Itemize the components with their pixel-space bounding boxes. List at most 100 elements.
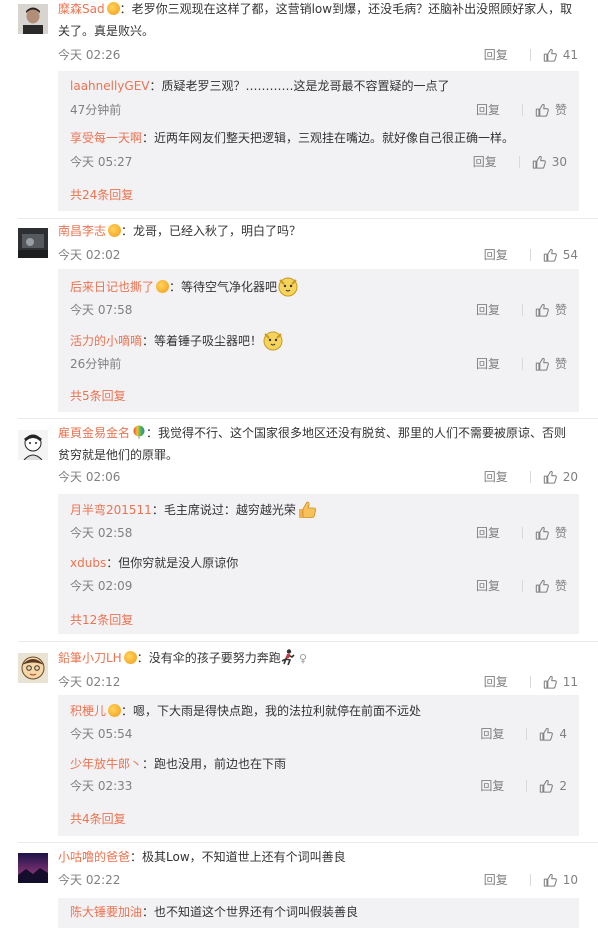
reply-actions: 回复 赞 — [468, 101, 567, 118]
reply-button[interactable]: 回复 — [468, 301, 508, 318]
like-count: 20 — [562, 469, 578, 484]
reply-text: ：近两年网友们整天把逻辑，三观挂在嘴边。就好像自己很正确一样。 — [142, 131, 515, 145]
reply-time: 今天 05:27 — [70, 155, 133, 169]
reply-time: 26分钟前 — [70, 357, 122, 371]
reply-author[interactable]: 月半弯201511 — [70, 503, 152, 517]
like-button[interactable]: 11 — [543, 675, 578, 689]
reply-button[interactable]: 回复 — [476, 871, 516, 888]
like-button[interactable]: 赞 — [535, 577, 567, 594]
like-count: 11 — [562, 674, 578, 689]
divider — [18, 418, 598, 419]
comment-time: 今天 02:02 — [58, 248, 121, 262]
thumb-up-icon — [543, 675, 557, 689]
thumb-up-icon — [535, 103, 549, 117]
reply-body: 活力的小嘀嘀：等着锤子吸尘器吧！ — [70, 329, 567, 351]
like-button[interactable]: 赞 — [535, 524, 567, 541]
reply-button[interactable]: 回复 — [472, 725, 512, 742]
like-button[interactable]: 4 — [539, 727, 567, 741]
like-button[interactable]: 赞 — [535, 101, 567, 118]
reply-body: xdubs：但你穷就是没人原谅你 — [70, 553, 567, 573]
comment-body: 雇頁金易金名 ：我觉得不行、这个国家很多地区还没有脱贫、那里的人们不需要被原谅、否… — [58, 422, 578, 466]
comment-text: ：极其Low，不知道世上还有个词叫善良 — [130, 850, 346, 864]
reply-box: 月半弯201511：毛主席说过：越穷越光荣 今天 02:58 回复 赞 xdub… — [58, 494, 579, 634]
divider — [526, 727, 528, 740]
divider — [529, 470, 531, 483]
reply-actions: 回复 赞 — [468, 301, 567, 318]
reply-button[interactable]: 回复 — [476, 246, 516, 263]
svg-text:♀: ♀ — [299, 652, 307, 665]
comment-author[interactable]: 糜森Sad — [58, 2, 105, 16]
reply-text: ：等待空气净化器吧 — [169, 280, 278, 294]
avatar[interactable] — [18, 653, 48, 683]
like-button[interactable]: 20 — [543, 470, 578, 484]
reply-time: 今天 02:33 — [70, 779, 133, 793]
reply-button[interactable]: 回复 — [472, 777, 512, 794]
like-button[interactable]: 41 — [543, 48, 578, 62]
reply-button[interactable]: 回复 — [476, 46, 516, 63]
reply-author[interactable]: xdubs — [70, 556, 106, 570]
running-person-icon: ♀ — [281, 649, 307, 666]
reply-author[interactable]: 享受每一天啊 — [70, 131, 142, 145]
reply-text: ：也不知道这个世界还有个词叫假装善良 — [142, 905, 359, 919]
like-count: 赞 — [554, 357, 567, 371]
like-button[interactable]: 54 — [543, 248, 578, 262]
comment-author[interactable]: 南昌李志 — [58, 224, 106, 238]
comment-body: 糜森Sad ：老罗你三观现在这样了都，这营销low到爆，还没毛病？还脑补出没照顾好… — [58, 0, 578, 42]
reply-author[interactable]: 少年放牛郎丶 — [70, 757, 142, 771]
like-button[interactable]: 赞 — [535, 355, 567, 372]
vip-badge-icon — [108, 224, 122, 237]
like-count: 4 — [559, 726, 567, 741]
reply-body: 少年放牛郎丶：跑也没用，前边也在下雨 — [70, 754, 567, 774]
more-replies-link[interactable]: 共24条回复 — [70, 186, 133, 203]
reply-button[interactable]: 回复 — [468, 577, 508, 594]
reply-actions: 回复 赞 — [468, 524, 567, 541]
reply-actions: 回复 赞 — [468, 577, 567, 594]
reply-author[interactable]: laahnellyGEV — [70, 79, 150, 93]
reply-button[interactable]: 回复 — [476, 673, 516, 690]
like-button[interactable]: 2 — [539, 779, 567, 793]
thumb-up-icon — [539, 779, 553, 793]
reply-author[interactable]: 活力的小嘀嘀 — [70, 334, 142, 348]
reply-body: 享受每一天啊：近两年网友们整天把逻辑，三观挂在嘴边。就好像自己很正确一样。 — [70, 128, 567, 148]
reply-button[interactable]: 回复 — [468, 355, 508, 372]
reply-button[interactable]: 回复 — [465, 153, 505, 170]
reply-time: 今天 05:54 — [70, 727, 133, 741]
like-count: 赞 — [554, 526, 567, 540]
thumb-up-icon — [543, 48, 557, 62]
comment-author[interactable]: 小咕噜的爸爸 — [58, 850, 130, 864]
reply-button[interactable]: 回复 — [476, 468, 516, 485]
like-button[interactable]: 赞 — [535, 301, 567, 318]
more-replies-link[interactable]: 共5条回复 — [70, 387, 126, 404]
balloon-icon — [133, 425, 145, 439]
divider — [518, 155, 520, 168]
divider — [521, 103, 523, 116]
reply-author[interactable]: 陈大锤要加油 — [70, 905, 142, 919]
reply-actions: 回复 30 — [465, 153, 567, 170]
emoji-icon — [263, 331, 283, 351]
avatar[interactable] — [18, 4, 48, 34]
reply-time: 今天 02:58 — [70, 526, 133, 540]
like-count: 赞 — [554, 579, 567, 593]
thumb-up-icon — [543, 470, 557, 484]
like-button[interactable]: 10 — [543, 873, 578, 887]
like-count: 41 — [562, 47, 578, 62]
avatar[interactable] — [18, 430, 48, 460]
reply-text: ：等着锤子吸尘器吧！ — [142, 334, 263, 348]
more-replies-link[interactable]: 共12条回复 — [70, 611, 133, 628]
comment-actions: 回复 11 — [476, 673, 578, 690]
reply-author[interactable]: 后来日记也撕了 — [70, 280, 154, 294]
like-button[interactable]: 30 — [532, 155, 567, 169]
avatar[interactable] — [18, 228, 48, 258]
avatar[interactable] — [18, 853, 48, 883]
comment-actions: 回复 41 — [476, 46, 578, 63]
more-replies-link[interactable]: 共4条回复 — [70, 810, 126, 827]
comment-author[interactable]: 雇頁金易金名 — [58, 426, 130, 440]
comment-time: 今天 02:12 — [58, 675, 121, 689]
reply-button[interactable]: 回复 — [468, 101, 508, 118]
vip-badge-icon — [156, 280, 170, 293]
thumb-up-icon — [543, 873, 557, 887]
reply-button[interactable]: 回复 — [468, 524, 508, 541]
reply-author[interactable]: 积梗儿 — [70, 704, 106, 718]
comment-author[interactable]: 鉛筆小刀LH — [58, 651, 122, 665]
vip-badge-icon — [123, 651, 137, 664]
